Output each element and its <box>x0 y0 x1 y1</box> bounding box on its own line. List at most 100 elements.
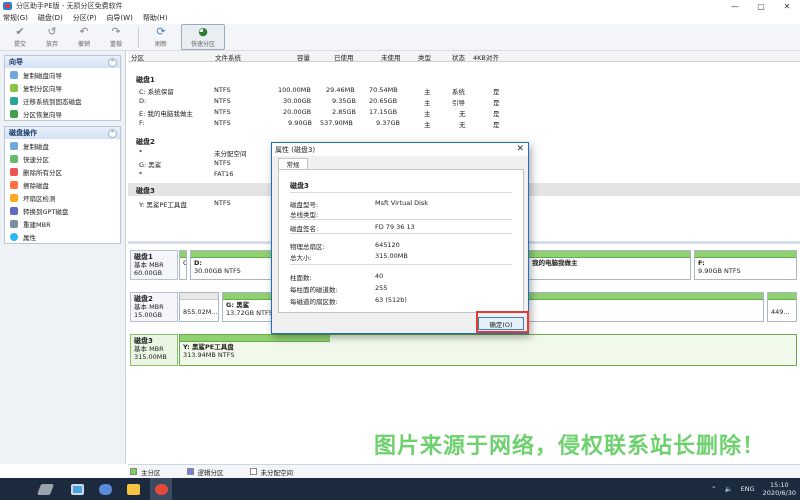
legend: 主分区 逻辑分区 未分配空间 <box>128 464 800 478</box>
sidebar-item-rebuild-mbr[interactable]: 重建MBR <box>5 217 120 230</box>
menu-disk[interactable]: 磁盘(D) <box>38 13 63 23</box>
col-capacity[interactable]: 容量 <box>297 52 310 62</box>
dialog-close-icon[interactable]: ✕ <box>516 144 524 154</box>
table-row[interactable]: C: 系统保留 NTFS 100.00MB 29.46MB 70.54MB 主 … <box>128 85 800 96</box>
undo-button[interactable]: ↶ 撤销 <box>68 24 100 50</box>
watermark: 图片来源于网络，侵权联系站长删除！ <box>374 434 766 459</box>
legend-unallocated: 未分配空间 <box>249 467 293 477</box>
highlight-box <box>476 311 529 333</box>
col-filesystem[interactable]: 文件系统 <box>215 52 241 62</box>
properties-dialog: 属性 (磁盘3) ✕ 常规 磁盘3 磁盘型号: Msft Virtual Dis… <box>271 142 529 334</box>
commit-button[interactable]: ✔ 提交 <box>4 24 36 50</box>
field-value: Msft Virtual Disk <box>375 199 429 207</box>
field-label: 磁盘型号: <box>290 201 319 209</box>
partition-block[interactable]: Y: 黑鲨PE工具盘 313.94MB NTFS <box>179 334 797 366</box>
field-label: 柱面数: <box>290 274 312 282</box>
field-value: 315.00MB <box>375 252 408 260</box>
partition-block[interactable]: C <box>179 250 187 280</box>
collapse-icon[interactable]: ⌃ <box>108 128 117 138</box>
sidebar-item-quick-partition[interactable]: 快速分区 <box>5 152 120 165</box>
system-tray: ⌃ 🔈 ENG 15:10 2020/6/30 <box>711 478 796 500</box>
disk1-card[interactable]: 磁盘1 基本 MBR 60.00GB <box>130 250 178 280</box>
discard-icon: ↺ <box>47 25 57 38</box>
field-value: 40 <box>375 272 384 280</box>
sidebar-item-partition-recovery[interactable]: 分区恢复向导 <box>5 107 120 120</box>
col-type[interactable]: 类型 <box>418 52 431 62</box>
sidebar-item-migrate-os[interactable]: 迁移系统到固态磁盘 <box>5 94 120 107</box>
taskbar-folder-icon[interactable] <box>122 478 144 500</box>
dialog-heading: 磁盘3 <box>290 182 309 190</box>
check-icon: ✔ <box>15 25 25 38</box>
table-row[interactable]: D: NTFS 30.00GB 9.35GB 20.65GB 主 引导 是 <box>128 96 800 107</box>
quick-partition-button[interactable]: ◕ 快速分区 <box>181 24 225 50</box>
disk3-card[interactable]: 磁盘3 基本 MBR 315.00MB <box>130 334 178 366</box>
app-icon <box>3 2 12 10</box>
partition-block[interactable] <box>528 292 764 322</box>
taskbar-partition-assistant-icon[interactable] <box>150 478 172 500</box>
mbr-icon <box>10 219 18 228</box>
dialog-titlebar: 属性 (磁盘3) ✕ <box>272 143 528 156</box>
col-partition[interactable]: 分区 <box>131 52 144 62</box>
table-header: 分区 文件系统 容量 已使用 未使用 类型 状态 4KB对齐 <box>128 51 800 62</box>
refresh-icon: ⟳ <box>156 25 166 38</box>
minimize-button[interactable]: — <box>722 0 748 12</box>
menu-general[interactable]: 常规(G) <box>3 13 28 23</box>
menu-help[interactable]: 帮助(H) <box>143 13 168 23</box>
col-free[interactable]: 未使用 <box>381 52 401 62</box>
partition-block[interactable]: 我的电脑我做主 <box>528 250 691 280</box>
legend-unallocated-swatch <box>249 468 257 475</box>
field-label: 每柱面的磁道数: <box>290 286 338 294</box>
tab-general[interactable]: 常规 <box>278 158 308 169</box>
sidebar-item-bad-sector[interactable]: 坏扇区检测 <box>5 191 120 204</box>
toolbar-separator <box>138 27 139 47</box>
redo-icon: ↷ <box>111 25 121 38</box>
language-indicator[interactable]: ENG <box>741 485 755 493</box>
menu-partition[interactable]: 分区(P) <box>73 13 97 23</box>
divider <box>290 219 512 220</box>
copy-partition-icon <box>10 83 18 92</box>
volume-icon[interactable]: 🔈 <box>725 485 733 493</box>
refresh-button[interactable]: ⟳ 刷新 <box>145 24 177 50</box>
disk1-header[interactable]: 磁盘1 <box>128 72 800 85</box>
sidebar-item-copy-partition-wizard[interactable]: 复制分区向导 <box>5 81 120 94</box>
col-4k[interactable]: 4KB对齐 <box>473 52 499 62</box>
wipe-icon <box>10 180 18 189</box>
convert-icon <box>10 206 18 215</box>
disk-ops-group-header[interactable]: 磁盘操作 ⌃ <box>5 127 120 139</box>
table-row[interactable]: E: 我的电脑我做主 NTFS 20.00GB 2.85GB 17.15GB 主… <box>128 107 800 118</box>
taskbar-network-icon[interactable] <box>94 478 116 500</box>
sidebar-item-wipe-disk[interactable]: 擦除磁盘 <box>5 178 120 191</box>
partition-block[interactable]: 449... <box>767 292 797 322</box>
maximize-button[interactable]: ▢ <box>748 0 774 12</box>
window-titlebar: 分区助手PE版 - 无损分区免费软件 — ▢ ✕ <box>0 0 800 12</box>
taskbar: ⌃ 🔈 ENG 15:10 2020/6/30 <box>0 478 800 500</box>
partition-block[interactable]: D: 30.00GB NTFS <box>190 250 275 280</box>
partition-block[interactable]: 855.02M... <box>179 292 219 322</box>
taskbar-drive-icon[interactable] <box>34 478 56 500</box>
copy-disk-icon <box>10 141 18 150</box>
partition-block[interactable]: G: 黑鲨 13.72GB NTFS <box>222 292 272 322</box>
delete-icon <box>10 167 18 176</box>
collapse-icon[interactable]: ⌃ <box>108 57 117 67</box>
discard-button[interactable]: ↺ 放弃 <box>36 24 68 50</box>
sidebar-item-copy-disk-wizard[interactable]: 复制磁盘向导 <box>5 68 120 81</box>
taskbar-computer-icon[interactable] <box>66 478 88 500</box>
col-used[interactable]: 已使用 <box>334 52 354 62</box>
disk2-card[interactable]: 磁盘2 基本 MBR 15.00GB <box>130 292 178 322</box>
sidebar-item-copy-disk[interactable]: 复制磁盘 <box>5 139 120 152</box>
col-status[interactable]: 状态 <box>452 52 465 62</box>
wizard-group-header[interactable]: 向导 ⌃ <box>5 56 120 68</box>
table-row[interactable]: F: NTFS 9.90GB 537.90MB 9.37GB 主 无 是 <box>128 118 800 129</box>
recovery-icon <box>10 109 18 118</box>
sidebar-item-convert-gpt[interactable]: 转换到GPT磁盘 <box>5 204 120 217</box>
chevron-up-icon[interactable]: ⌃ <box>711 485 716 493</box>
menu-bar: 常规(G) 磁盘(D) 分区(P) 向导(W) 帮助(H) <box>0 12 800 24</box>
redo-button[interactable]: ↷ 重做 <box>100 24 132 50</box>
sidebar-item-delete-all[interactable]: 删除所有分区 <box>5 165 120 178</box>
menu-wizard[interactable]: 向导(W) <box>106 13 132 23</box>
close-button[interactable]: ✕ <box>774 0 800 12</box>
bad-sector-icon <box>10 193 18 202</box>
sidebar-item-properties[interactable]: 属性 <box>5 230 120 243</box>
partition-block[interactable]: F: 9.90GB NTFS <box>694 250 797 280</box>
clock[interactable]: 15:10 2020/6/30 <box>763 481 796 497</box>
